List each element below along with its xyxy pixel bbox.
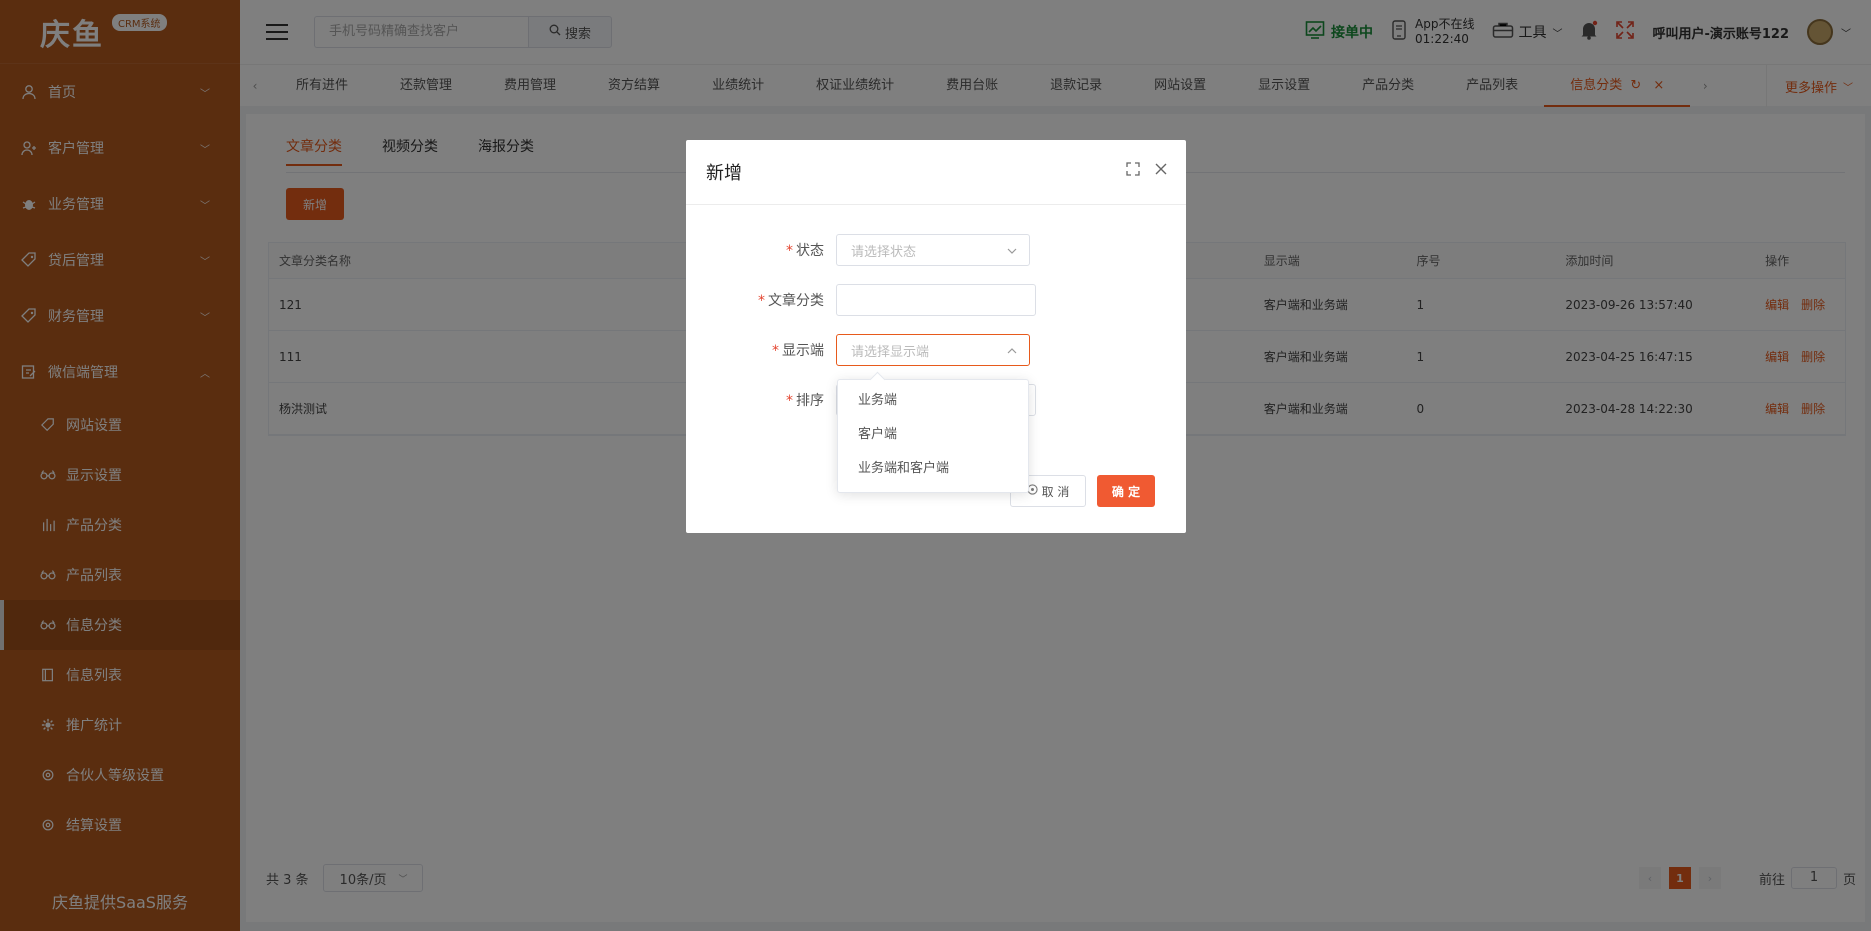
status-label: 状态 (796, 243, 824, 259)
dropdown-option-business[interactable]: 业务端 (838, 384, 1028, 418)
close-icon[interactable] (1154, 162, 1168, 180)
order-label: 排序 (796, 393, 824, 409)
required-mark: * (786, 243, 793, 259)
display-select[interactable]: 请选择显示端 (836, 334, 1030, 366)
required-mark: * (786, 393, 793, 409)
chevron-up-icon (1007, 344, 1017, 359)
required-mark: * (772, 343, 779, 359)
form-row-category: * 文章分类 (686, 284, 1186, 316)
display-dropdown: 业务端 客户端 业务端和客户端 (837, 379, 1029, 493)
status-select[interactable]: 请选择状态 (836, 234, 1030, 266)
status-placeholder: 请选择状态 (851, 244, 917, 260)
category-label: 文章分类 (768, 293, 824, 309)
dialog-tools (1126, 162, 1168, 180)
dialog-header: 新增 (686, 140, 1186, 205)
dialog-title: 新增 (706, 163, 742, 184)
display-placeholder: 请选择显示端 (851, 344, 930, 360)
maximize-icon[interactable] (1126, 162, 1140, 180)
chevron-down-icon (1007, 244, 1017, 259)
form-row-status: * 状态 请选择状态 (686, 234, 1186, 266)
article-category-input[interactable] (836, 284, 1036, 316)
dropdown-option-customer[interactable]: 客户端 (838, 418, 1028, 452)
required-mark: * (758, 293, 765, 309)
cancel-label: 取 消 (1041, 484, 1070, 499)
confirm-button[interactable]: 确 定 (1097, 475, 1155, 507)
display-label: 显示端 (782, 343, 824, 359)
dropdown-option-both[interactable]: 业务端和客户端 (838, 452, 1028, 486)
form-row-display: * 显示端 请选择显示端 (686, 334, 1186, 366)
